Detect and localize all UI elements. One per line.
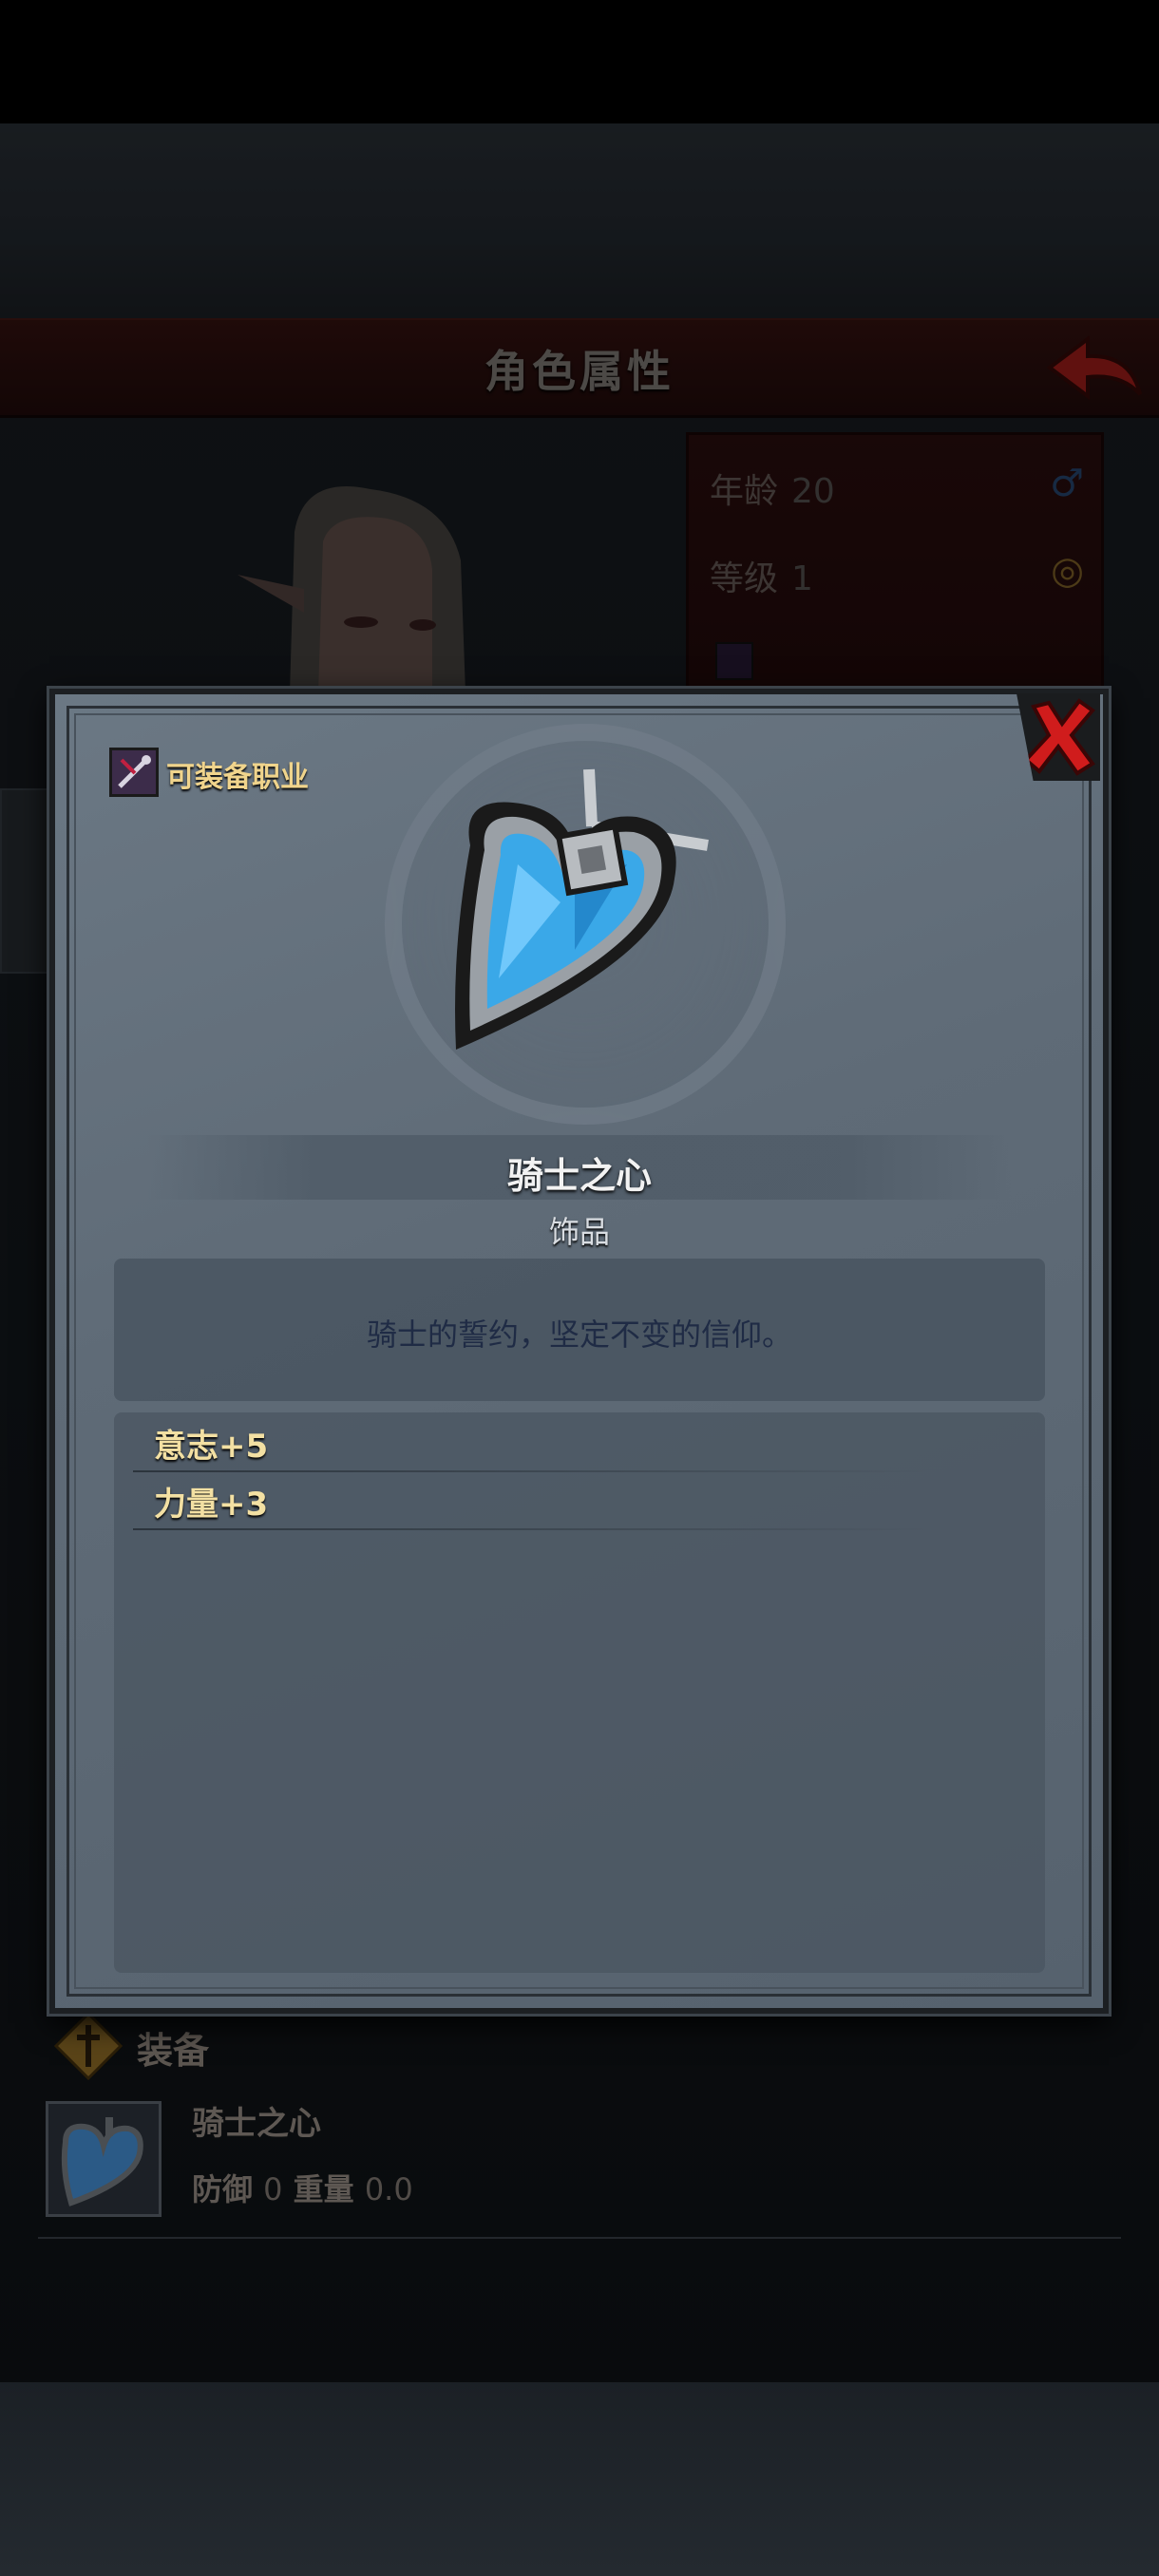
attribute-row: 意志+5 [154, 1428, 269, 1466]
defense-value: 0 [263, 2171, 283, 2207]
weight-value: 0.0 [364, 2171, 413, 2207]
heart-pendant-icon [61, 2117, 143, 2207]
attribute-divider [133, 1528, 931, 1530]
attribute-divider [133, 1470, 931, 1472]
equipment-section-icon [53, 2011, 124, 2081]
weight-label: 重量 [293, 2171, 354, 2207]
equippable-class-label[interactable]: 可装备职业 [166, 753, 309, 795]
heart-pendant-icon [432, 760, 736, 1073]
bottom-band [0, 2382, 1159, 2576]
equipment-divider [38, 2237, 1121, 2239]
equipped-item-name: 骑士之心 [192, 2105, 321, 2143]
item-name: 骑士之心 [506, 1155, 652, 1197]
equippable-class-icon[interactable] [109, 748, 159, 797]
equipped-item-thumbnail[interactable] [46, 2101, 162, 2217]
item-description: 骑士的誓约，坚定不变的信仰。 [366, 1316, 792, 1353]
equipment-section-title: 装备 [137, 2030, 210, 2072]
defense-label: 防御 [192, 2171, 254, 2207]
equipped-item-stats: 防御 0 重量 0.0 [192, 2166, 413, 2209]
item-type: 饰品 [548, 1214, 610, 1250]
attribute-row: 力量+3 [154, 1486, 269, 1524]
